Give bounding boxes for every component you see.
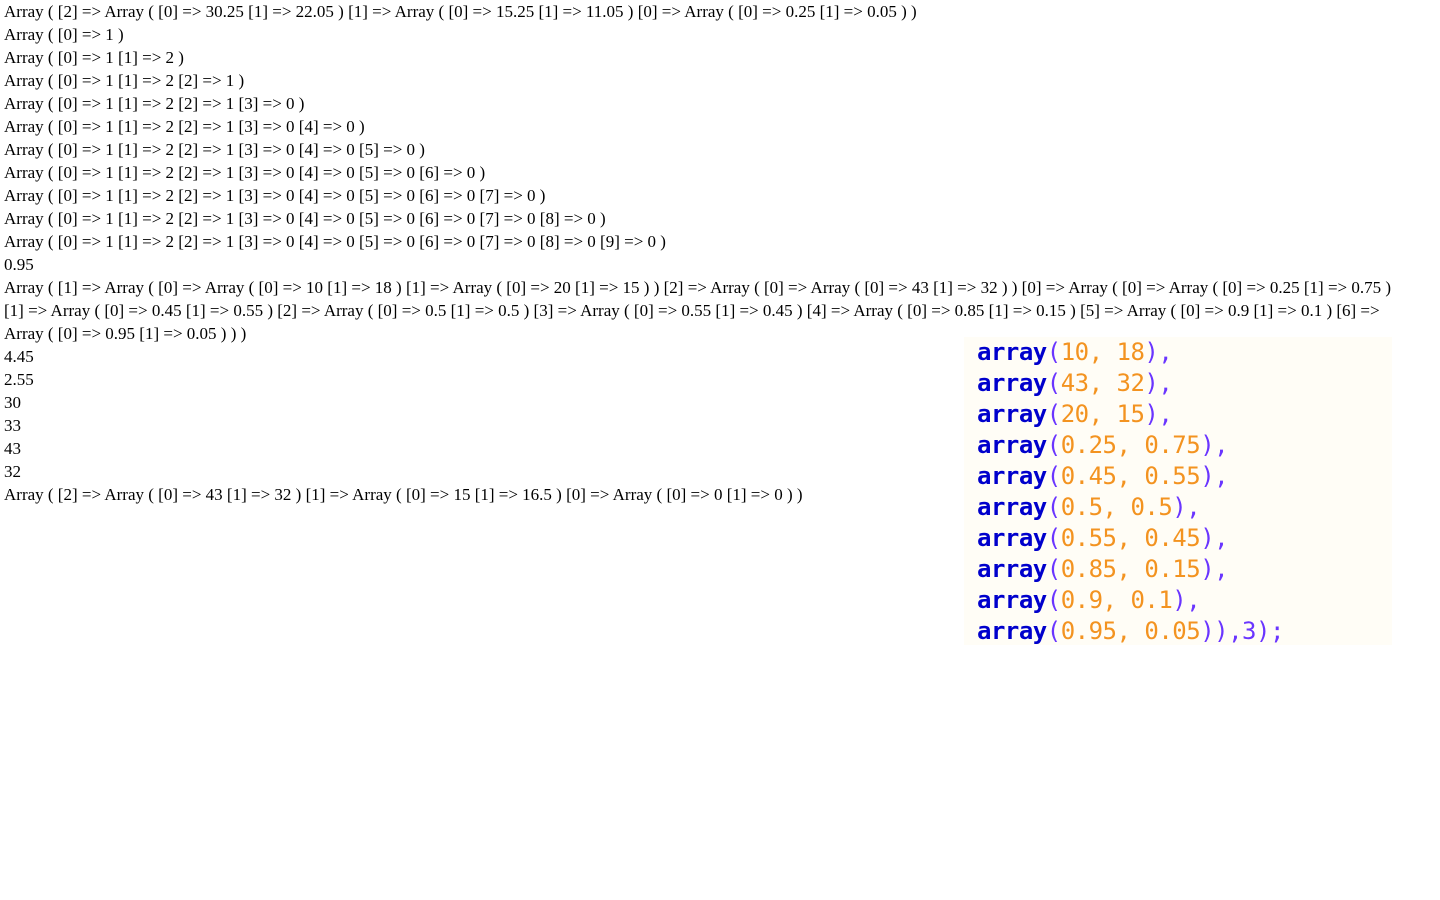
output-line: Array ( [0] => 1 [1] => 2 [2] => 1 [3] =… — [4, 163, 486, 182]
output-line: Array ( [0] => 1 [1] => 2 [2] => 1 [3] =… — [4, 186, 546, 205]
code-tail: ), — [1144, 400, 1173, 428]
code-args: 0.45, 0.55 — [1060, 462, 1201, 490]
code-snippet-image: array(10, 18), array(43, 32), array(20, … — [964, 337, 1392, 645]
output-line: Array ( [0] => 1 [1] => 2 [2] => 1 [3] =… — [4, 117, 365, 136]
code-tail: )),3); — [1200, 617, 1284, 645]
output-line: Array ( [0] => 1 [1] => 2 [2] => 1 [3] =… — [4, 232, 666, 251]
code-keyword: array — [977, 369, 1047, 397]
code-line: array(0.9, 0.1), — [977, 585, 1392, 616]
code-tail: ), — [1172, 586, 1201, 614]
code-paren: ( — [1046, 462, 1061, 490]
output-line: Array ( [2] => Array ( [0] => 30.25 [1] … — [4, 2, 917, 21]
code-line: array(0.25, 0.75), — [977, 430, 1392, 461]
code-args: 0.25, 0.75 — [1060, 431, 1201, 459]
output-line: Array ( [0] => 1 ) — [4, 25, 124, 44]
code-keyword: array — [977, 555, 1047, 583]
code-keyword: array — [977, 400, 1047, 428]
code-args: 0.55, 0.45 — [1060, 524, 1201, 552]
code-line: array(10, 18), — [977, 337, 1392, 368]
long-output-block: Array ( [1] => Array ( [0] => Array ( [0… — [4, 278, 1392, 343]
code-keyword: array — [977, 493, 1047, 521]
code-keyword: array — [977, 524, 1047, 552]
code-paren: ( — [1046, 338, 1061, 366]
code-line: array(0.55, 0.45), — [977, 523, 1392, 554]
code-paren: ( — [1046, 555, 1061, 583]
output-line: Array ( [0] => 1 [1] => 2 [2] => 1 [3] =… — [4, 94, 305, 113]
code-paren: ( — [1046, 617, 1061, 645]
output-line: Array ( [0] => 1 [1] => 2 ) — [4, 48, 184, 67]
code-args: 10, 18 — [1060, 338, 1145, 366]
code-keyword: array — [977, 462, 1047, 490]
code-tail: ), — [1200, 524, 1229, 552]
code-args: 43, 32 — [1060, 369, 1145, 397]
code-tail: ), — [1144, 369, 1173, 397]
output-line: 0.95 — [4, 255, 34, 274]
code-line: array(20, 15), — [977, 399, 1392, 430]
code-args: 0.95, 0.05 — [1060, 617, 1201, 645]
code-keyword: array — [977, 338, 1047, 366]
code-line: array(0.45, 0.55), — [977, 461, 1392, 492]
code-line: array(0.85, 0.15), — [977, 554, 1392, 585]
code-keyword: array — [977, 617, 1047, 645]
code-paren: ( — [1046, 493, 1061, 521]
code-line: array(0.95, 0.05)),3); — [977, 616, 1392, 645]
code-paren: ( — [1046, 369, 1061, 397]
code-args: 0.85, 0.15 — [1060, 555, 1201, 583]
code-args: 0.5, 0.5 — [1060, 493, 1173, 521]
code-line: array(0.5, 0.5), — [977, 492, 1392, 523]
output-line: Array ( [0] => 1 [1] => 2 [2] => 1 ) — [4, 71, 245, 90]
output-line: Array ( [0] => 1 [1] => 2 [2] => 1 [3] =… — [4, 140, 425, 159]
code-tail: ), — [1200, 462, 1229, 490]
code-tail: ), — [1172, 493, 1201, 521]
code-keyword: array — [977, 431, 1047, 459]
output-line: Array ( [0] => 1 [1] => 2 [2] => 1 [3] =… — [4, 209, 606, 228]
code-line: array(43, 32), — [977, 368, 1392, 399]
code-paren: ( — [1046, 524, 1061, 552]
code-paren: ( — [1046, 400, 1061, 428]
code-keyword: array — [977, 586, 1047, 614]
code-tail: ), — [1200, 431, 1229, 459]
code-tail: ), — [1144, 338, 1173, 366]
code-args: 20, 15 — [1060, 400, 1145, 428]
code-paren: ( — [1046, 586, 1061, 614]
code-tail: ), — [1200, 555, 1229, 583]
code-paren: ( — [1046, 431, 1061, 459]
code-args: 0.9, 0.1 — [1060, 586, 1173, 614]
